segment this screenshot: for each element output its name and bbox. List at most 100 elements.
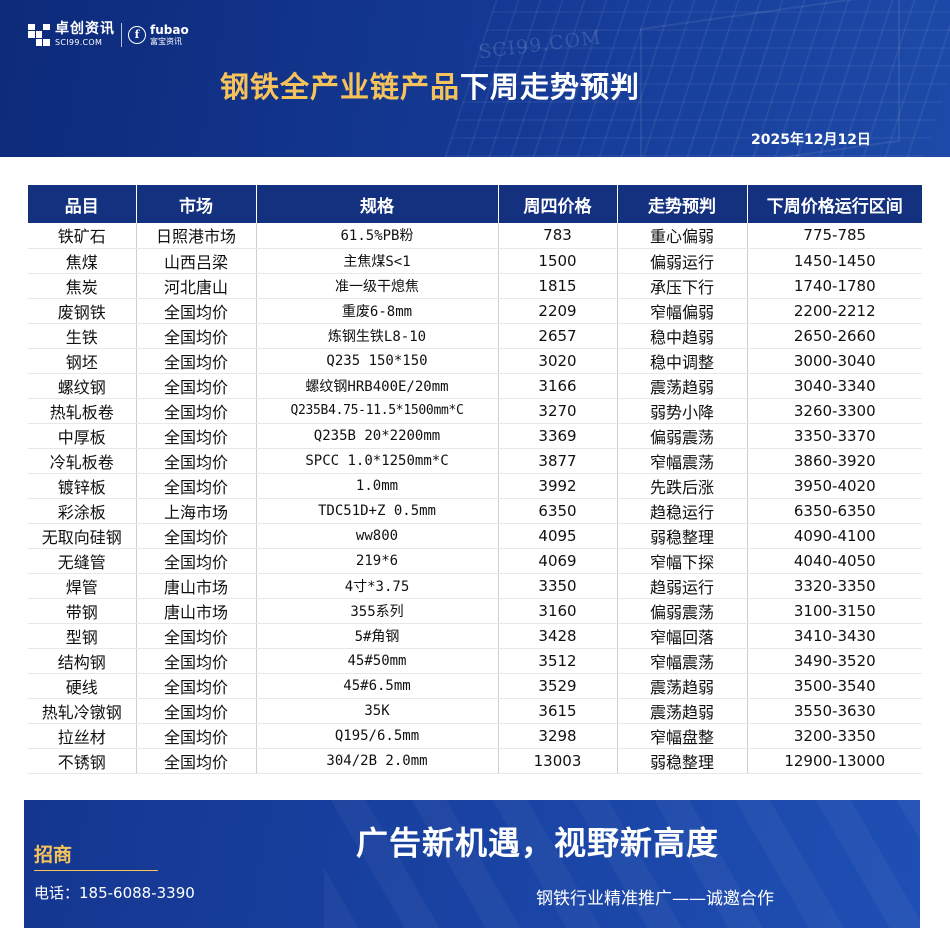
cell-range: 3860-3920 (747, 448, 922, 474)
cell-item: 焦煤 (28, 248, 137, 274)
forecast-table: 品目 市场 规格 周四价格 走势预判 下周价格运行区间 铁矿石 日照港市场 61.5… (28, 185, 922, 774)
cell-range: 3100-3150 (747, 598, 922, 624)
cell-range: 12900-13000 (747, 748, 922, 774)
cell-spec: 1.0mm (256, 473, 499, 499)
cell-trend: 窄幅回落 (617, 623, 748, 649)
cell-spec: 35K (256, 698, 499, 724)
cell-range: 4040-4050 (747, 548, 922, 574)
cell-spec: 355系列 (256, 598, 499, 624)
sci99-logo-icon (28, 23, 50, 46)
cell-item: 铁矿石 (28, 223, 137, 249)
cell-trend: 窄幅震荡 (617, 448, 748, 474)
cell-range: 3350-3370 (747, 423, 922, 449)
cell-trend: 窄幅盘整 (617, 723, 748, 749)
cell-range: 3040-3340 (747, 373, 922, 399)
cell-trend: 偏弱运行 (617, 248, 748, 274)
cell-trend: 先跌后涨 (617, 473, 748, 499)
cell-spec: Q195/6.5mm (256, 723, 499, 749)
table-row: 中厚板 全国均价 Q235B 20*2200mm 3369 偏弱震荡 3350-3370 (28, 423, 922, 449)
brand-logos: 卓创资讯 SCI99.COM f fubao 富宝资讯 (28, 22, 189, 47)
recruit-underline (34, 870, 158, 871)
cell-market: 唐山市场 (136, 598, 257, 624)
column-header-spec: 规格 (256, 185, 499, 223)
cell-item: 硬线 (28, 673, 137, 699)
cell-item: 冷轧板卷 (28, 448, 137, 474)
cell-price: 3428 (498, 623, 618, 649)
cell-item: 热轧板卷 (28, 398, 137, 424)
ad-subslogan: 钢铁行业精准推广——诚邀合作 (536, 889, 774, 909)
cell-spec: 219*6 (256, 548, 499, 574)
cell-market: 全国均价 (136, 648, 257, 674)
cell-spec: 重废6-8mm (256, 298, 499, 324)
cell-item: 中厚板 (28, 423, 137, 449)
cell-item: 废钢铁 (28, 298, 137, 324)
cell-spec: Q235 150*150 (256, 348, 499, 374)
cell-trend: 震荡趋弱 (617, 373, 748, 399)
cell-item: 镀锌板 (28, 473, 137, 499)
cell-price: 6350 (498, 498, 618, 524)
cell-trend: 窄幅下探 (617, 548, 748, 574)
cell-trend: 偏弱震荡 (617, 598, 748, 624)
cell-spec: 4寸*3.75 (256, 573, 499, 599)
table-row: 钢坯 全国均价 Q235 150*150 3020 稳中调整 3000-3040 (28, 348, 922, 374)
cell-market: 全国均价 (136, 323, 257, 349)
cell-item: 型钢 (28, 623, 137, 649)
cell-spec: Q235B 20*2200mm (256, 423, 499, 449)
cell-market: 唐山市场 (136, 573, 257, 599)
cell-range: 2650-2660 (747, 323, 922, 349)
table-body: 铁矿石 日照港市场 61.5%PB粉 783 重心偏弱 775-785 焦煤 山西吕梁 主焦煤S… (28, 223, 922, 774)
cell-market: 全国均价 (136, 698, 257, 724)
cell-trend: 弱势小降 (617, 398, 748, 424)
cell-spec: 5#角钢 (256, 623, 499, 649)
cell-price: 3512 (498, 648, 618, 674)
cell-item: 结构钢 (28, 648, 137, 674)
table-row: 废钢铁 全国均价 重废6-8mm 2209 窄幅偏弱 2200-2212 (28, 298, 922, 324)
cell-price: 4095 (498, 523, 618, 549)
column-header-item: 品目 (28, 185, 137, 223)
cell-trend: 弱稳整理 (617, 523, 748, 549)
cell-market: 全国均价 (136, 473, 257, 499)
page-title-rest: 下周走势预判 (460, 70, 641, 104)
table-row: 镀锌板 全国均价 1.0mm 3992 先跌后涨 3950-4020 (28, 473, 922, 499)
table-row: 螺纹钢 全国均价 螺纹钢HRB400E/20mm 3166 震荡趋弱 3040-3340 (28, 373, 922, 399)
cell-market: 全国均价 (136, 423, 257, 449)
report-date: 2025年12月12日 (751, 132, 871, 148)
cell-price: 3160 (498, 598, 618, 624)
cell-item: 生铁 (28, 323, 137, 349)
cell-range: 1450-1450 (747, 248, 922, 274)
cell-trend: 震荡趋弱 (617, 698, 748, 724)
cell-trend: 窄幅震荡 (617, 648, 748, 674)
cell-item: 热轧冷镦钢 (28, 698, 137, 724)
cell-market: 河北唐山 (136, 273, 257, 299)
table-row: 带钢 唐山市场 355系列 3160 偏弱震荡 3100-3150 (28, 598, 922, 624)
cell-market: 全国均价 (136, 723, 257, 749)
contact-phone: 电话：185-6088-3390 (34, 884, 195, 902)
cell-item: 彩涂板 (28, 498, 137, 524)
forecast-table-container: 品目 市场 规格 周四价格 走势预判 下周价格运行区间 铁矿石 日照港市场 61.5… (28, 185, 922, 774)
table-row: 无缝管 全国均价 219*6 4069 窄幅下探 4040-4050 (28, 548, 922, 574)
table-row: 铁矿石 日照港市场 61.5%PB粉 783 重心偏弱 775-785 (28, 223, 922, 249)
logo-divider (121, 22, 122, 47)
fubao-logo-icon: f (128, 25, 146, 44)
cell-spec: 炼钢生铁L8-10 (256, 323, 499, 349)
table-row: 焦煤 山西吕梁 主焦煤S<1 1500 偏弱运行 1450-1450 (28, 248, 922, 274)
cell-price: 1815 (498, 273, 618, 299)
table-row: 冷轧板卷 全国均价 SPCC 1.0*1250mm*C 3877 窄幅震荡 3860-39… (28, 448, 922, 474)
cell-range: 2200-2212 (747, 298, 922, 324)
cell-trend: 震荡趋弱 (617, 673, 748, 699)
cell-item: 钢坯 (28, 348, 137, 374)
cell-range: 3200-3350 (747, 723, 922, 749)
page-title-highlight: 钢铁全产业链产品 (220, 70, 461, 104)
column-header-next-week-range: 下周价格运行区间 (747, 185, 922, 223)
cell-spec: 45#6.5mm (256, 673, 499, 699)
cell-price: 13003 (498, 748, 618, 774)
cell-price: 3166 (498, 373, 618, 399)
sci99-logo-text: 卓创资讯 SCI99.COM (55, 22, 115, 47)
cell-trend: 偏弱震荡 (617, 423, 748, 449)
table-row: 不锈钢 全国均价 304/2B 2.0mm 13003 弱稳整理 12900-13000 (28, 748, 922, 774)
advertising-banner: 招商 电话：185-6088-3390 广告新机遇，视野新高度 钢铁行业精准推广… (24, 800, 920, 928)
cell-trend: 承压下行 (617, 273, 748, 299)
cell-spec: Q235B4.75-11.5*1500mm*C (256, 398, 499, 424)
cell-spec: 准一级干熄焦 (256, 273, 499, 299)
cell-range: 3490-3520 (747, 648, 922, 674)
